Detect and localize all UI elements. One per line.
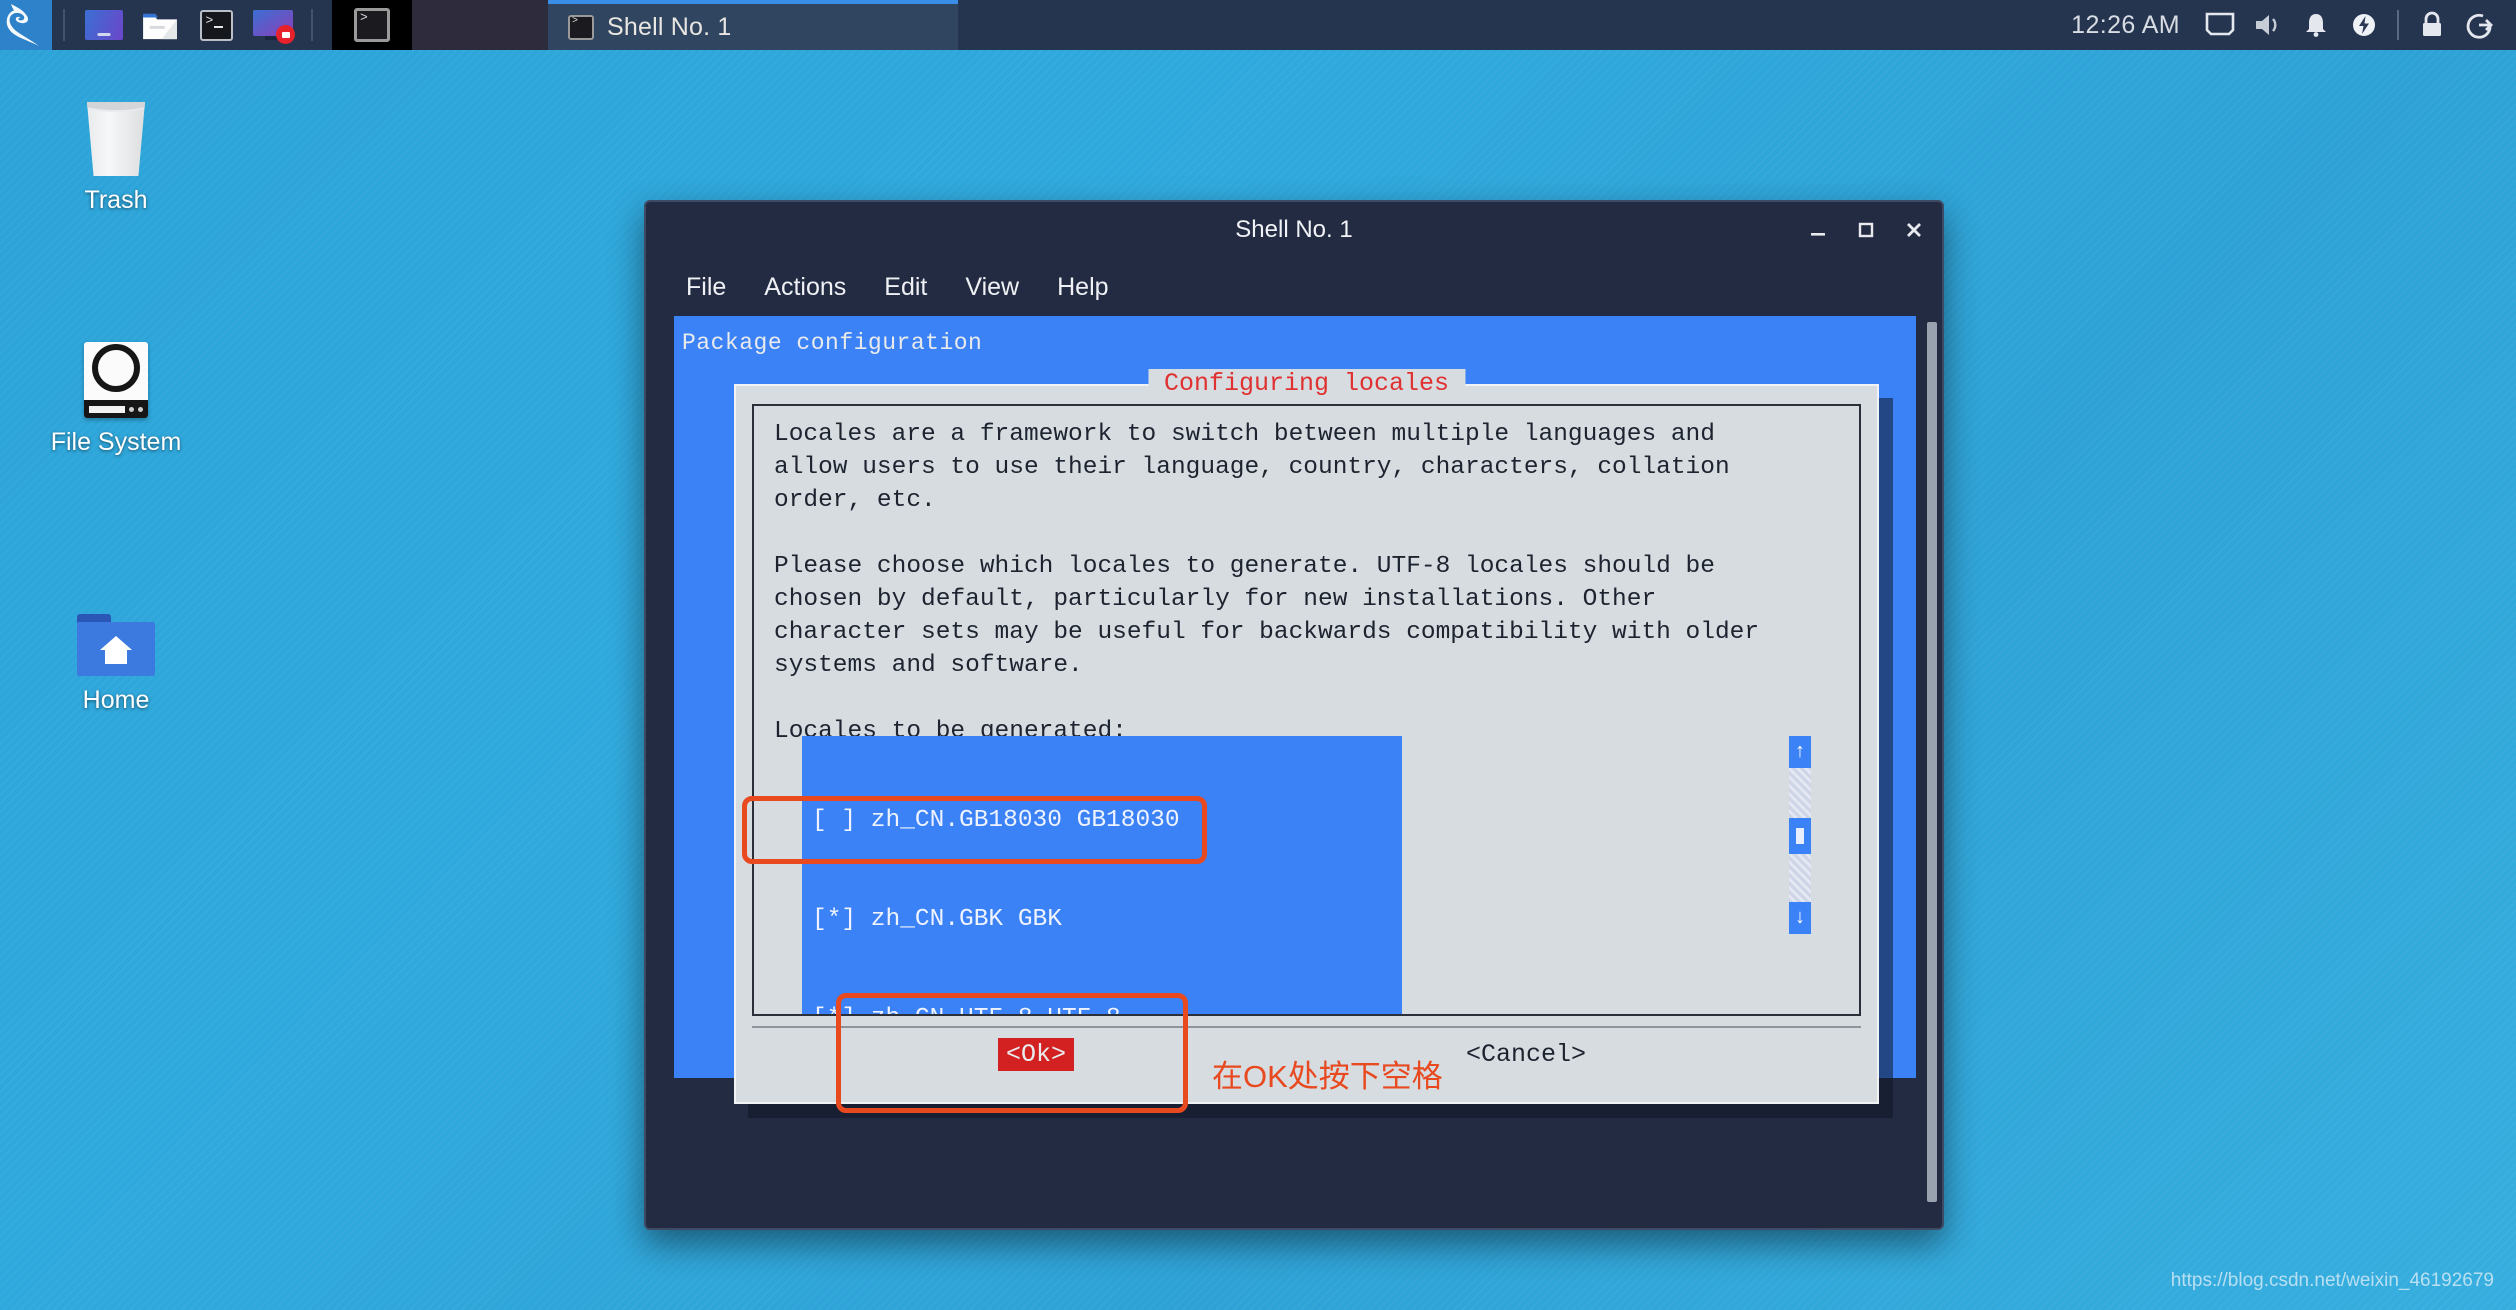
launcher-show-desktop[interactable] <box>81 5 127 45</box>
menu-actions[interactable]: Actions <box>748 269 862 306</box>
desktop-icon-label: Trash <box>84 186 148 214</box>
panel-separator <box>63 9 65 41</box>
lock-icon[interactable] <box>2408 0 2456 50</box>
menu-help[interactable]: Help <box>1041 269 1124 306</box>
window-preview-thumb[interactable] <box>332 0 412 50</box>
home-folder-icon <box>36 580 196 676</box>
harddisk-icon <box>36 322 196 418</box>
volume-icon[interactable] <box>2244 0 2292 50</box>
page-watermark: https://blog.csdn.net/weixin_46192679 <box>2170 1270 2494 1291</box>
scrollbar-thumb[interactable] <box>1789 818 1811 854</box>
launcher-terminal[interactable] <box>193 5 239 45</box>
package-configuration-header: Package configuration <box>682 330 983 356</box>
launcher-file-manager[interactable] <box>137 5 183 45</box>
panel-spacer <box>958 0 2071 50</box>
desktop-icon-label: File System <box>50 428 182 456</box>
top-panel: Shell No. 1 12:26 AM <box>0 0 2516 50</box>
window-title: Shell No. 1 <box>1235 216 1353 243</box>
logout-icon[interactable] <box>2456 0 2504 50</box>
desktop-icon-trash[interactable]: Trash <box>36 80 196 215</box>
trash-icon <box>36 80 196 176</box>
folder-icon <box>143 13 177 39</box>
dialog-divider <box>752 1026 1861 1028</box>
scroll-down-icon[interactable]: ↓ <box>1789 902 1811 934</box>
taskbar-button-label: Shell No. 1 <box>607 12 732 41</box>
menu-file[interactable]: File <box>670 269 742 306</box>
cancel-button[interactable]: <Cancel> <box>1458 1038 1594 1071</box>
locale-list-scrollbar[interactable]: ↑ ↓ <box>1789 736 1811 934</box>
terminal-icon <box>199 9 233 41</box>
window-icon <box>85 10 123 40</box>
list-item[interactable]: [*] zh_CN.GBK GBK <box>802 903 1402 936</box>
window-controls <box>1804 202 1928 258</box>
desktop-icon-file-system[interactable]: File System <box>36 322 196 457</box>
menu-edit[interactable]: Edit <box>868 269 943 306</box>
kali-menu-button[interactable] <box>0 0 52 50</box>
minimize-button[interactable] <box>1804 216 1832 244</box>
desktop-icon-home[interactable]: Home <box>36 580 196 715</box>
list-item[interactable]: [*] zh_CN.UTF-8 UTF-8 <box>802 1002 1402 1014</box>
terminal-icon <box>354 8 390 42</box>
system-tray: 12:26 AM <box>2071 0 2516 50</box>
tray-separator <box>2397 10 2399 40</box>
dialog-content-frame: Locales are a framework to switch betwee… <box>752 404 1861 1016</box>
ok-button[interactable]: <Ok> <box>998 1038 1075 1071</box>
kali-dragon-icon <box>6 4 39 46</box>
launcher-screen-recorder[interactable] <box>249 5 295 45</box>
maximize-button[interactable] <box>1852 216 1880 244</box>
window-titlebar[interactable]: Shell No. 1 <box>646 202 1942 258</box>
clock[interactable]: 12:26 AM <box>2071 11 2180 40</box>
locale-checklist[interactable]: [ ] zh_CN.GB18030 GB18030 [*] zh_CN.GBK … <box>802 736 1402 1014</box>
annotation-note: 在OK处按下空格 <box>1212 1059 1443 1094</box>
dialog-body-text: Locales are a framework to switch betwee… <box>774 421 1760 745</box>
monitor-record-icon <box>253 10 295 44</box>
configuring-locales-dialog: Configuring locales Locales are a framew… <box>734 369 1879 1104</box>
record-badge-icon <box>276 25 295 44</box>
terminal-icon <box>568 14 594 40</box>
list-item[interactable]: [ ] zh_CN.GB18030 GB18030 <box>802 804 1402 837</box>
terminal-scrollbar[interactable] <box>1924 316 1942 1228</box>
close-button[interactable] <box>1900 216 1928 244</box>
bell-icon[interactable] <box>2292 0 2340 50</box>
panel-gap <box>412 0 548 50</box>
dialog-title: Configuring locales <box>1147 369 1466 398</box>
terminal-scrollbar-thumb[interactable] <box>1927 322 1937 1202</box>
taskbar-button-shell[interactable]: Shell No. 1 <box>548 0 958 50</box>
window-menubar: File Actions Edit View Help <box>646 258 1942 316</box>
display-icon[interactable] <box>2196 0 2244 50</box>
panel-separator-2 <box>311 9 313 41</box>
power-icon[interactable] <box>2340 0 2388 50</box>
desktop-icon-label: Home <box>82 686 150 714</box>
menu-view[interactable]: View <box>949 269 1035 306</box>
scroll-up-icon[interactable]: ↑ <box>1789 736 1811 768</box>
